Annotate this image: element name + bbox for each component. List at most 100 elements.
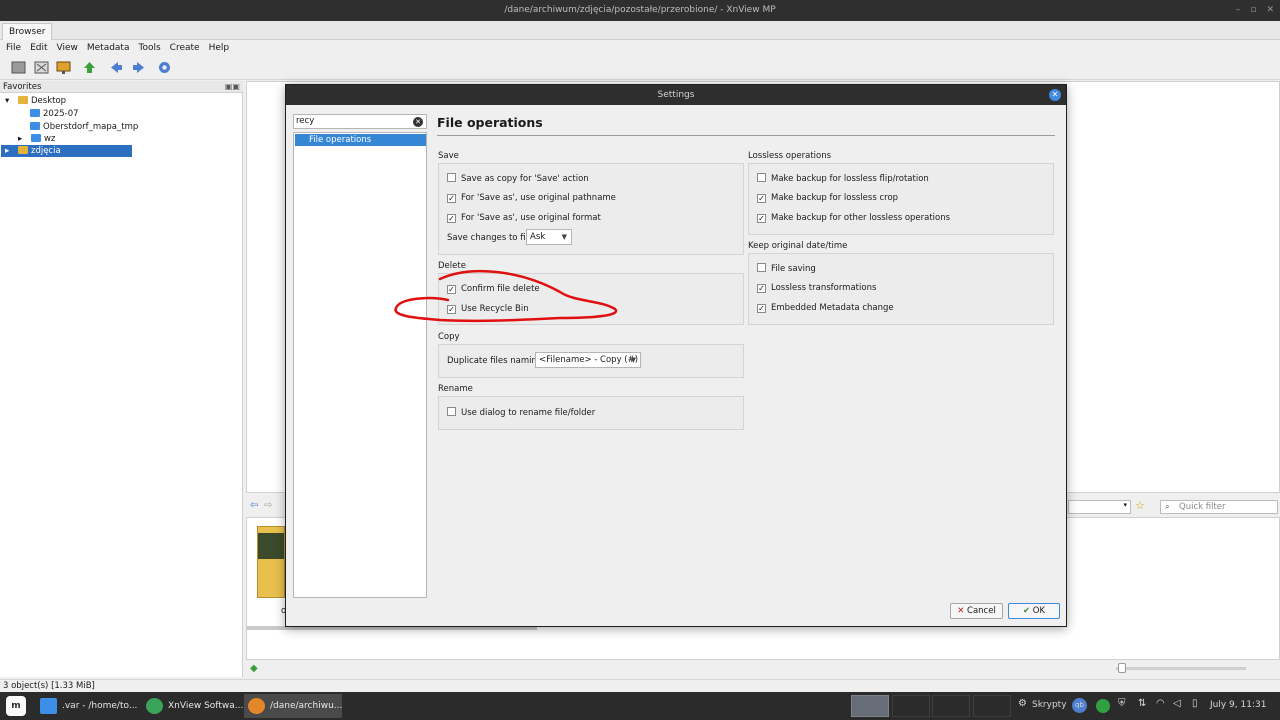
clipboard-icon[interactable]: ▯ [1192,698,1198,709]
fullscreen-icon[interactable] [33,59,50,76]
category-file-operations[interactable]: File operations [295,134,426,146]
backup-flip-rotation-option[interactable]: Make backup for lossless flip/rotation [757,173,929,185]
settings-gear-icon[interactable] [156,59,173,76]
tag-icon[interactable]: ◆ [250,663,258,674]
task-xnview[interactable]: /dane/archiwu... [244,694,342,718]
tree-item-wz[interactable]: ▸ wz [18,133,55,145]
menu-bar: File Edit View Metadata Tools Create Hel… [0,40,1280,55]
save-changes-select[interactable]: Ask ▼ [526,229,572,245]
cancel-button[interactable]: ✕ Cancel [950,603,1003,619]
zoom-slider[interactable] [1116,667,1246,670]
status-text: 3 object(s) [1.33 MiB] [3,681,95,691]
menu-metadata[interactable]: Metadata [87,43,130,53]
open-icon[interactable] [10,59,27,76]
forward-arrow-icon[interactable] [130,59,147,76]
star-icon[interactable]: ☆ [1135,499,1145,512]
forward-arrow-icon[interactable]: ⇨ [264,500,272,511]
use-original-format-option[interactable]: ✓ For 'Save as', use original format [447,212,601,224]
clear-search-icon[interactable]: ✕ [413,117,423,127]
sync-icon[interactable] [1096,699,1110,713]
keep-date-lossless-option[interactable]: ✓ Lossless transformations [757,282,876,294]
menu-help[interactable]: Help [209,43,230,53]
rename-dialog-checkbox[interactable] [447,407,456,416]
slideshow-icon[interactable] [55,59,72,76]
workspace-4[interactable] [973,695,1011,717]
tree-item-zdjecia[interactable]: ▸ zdjęcia [5,145,61,157]
thumbnail-preview [258,533,284,559]
path-combo[interactable]: ▾ [1068,500,1131,514]
keep-date-file-saving-option[interactable]: File saving [757,263,816,275]
menu-create[interactable]: Create [170,43,200,53]
backup-crop-checkbox[interactable]: ✓ [757,194,766,203]
tree-item-2025-07[interactable]: 2025-07 [30,108,79,120]
tree-item-desktop[interactable]: ▾ Desktop [5,95,66,107]
keep-date-metadata-checkbox[interactable]: ✓ [757,304,766,313]
rename-dialog-option[interactable]: Use dialog to rename file/folder [447,407,595,419]
menu-file[interactable]: File [6,43,21,53]
confirm-file-delete-checkbox[interactable]: ✓ [447,285,456,294]
volume-icon[interactable]: ◁ [1173,698,1181,709]
shield-icon[interactable]: ⛨ [1118,698,1126,709]
keep-date-file-saving-checkbox[interactable] [757,263,766,272]
task-file-manager[interactable]: .var - /home/to... [36,694,140,718]
settings-search-input[interactable]: recy ✕ [293,114,427,129]
network-icon[interactable]: ⇅ [1138,698,1146,709]
section-save-label: Save [438,151,459,161]
backup-other-option[interactable]: ✓ Make backup for other lossless operatio… [757,212,950,224]
backup-flip-rotation-checkbox[interactable] [757,173,766,182]
workspace-3[interactable] [932,695,970,717]
back-arrow-icon[interactable] [108,59,125,76]
wifi-icon[interactable]: ◠ [1156,698,1165,709]
back-arrow-icon[interactable]: ⇦ [250,500,258,511]
task-label: XnView Softwa... [168,701,244,711]
option-label: Lossless transformations [771,283,877,293]
ok-button[interactable]: ✔ OK [1008,603,1060,619]
qbittorrent-icon[interactable]: qb [1072,698,1087,713]
duplicate-naming-select[interactable]: <Filename> - Copy (#) ▼ [535,352,641,368]
menu-view[interactable]: View [57,43,78,53]
zoom-slider-handle[interactable] [1118,663,1126,673]
use-original-format-checkbox[interactable]: ✓ [447,214,456,223]
expand-toggle-icon[interactable]: ▾ [5,96,9,106]
close-window-icon[interactable]: ✕ [1266,0,1274,21]
use-recycle-bin-option[interactable]: ✓ Use Recycle Bin [447,303,529,315]
folder-icon [17,146,28,154]
close-icon[interactable]: ✕ [1049,89,1061,101]
option-label: Use Recycle Bin [461,304,529,314]
save-as-copy-checkbox[interactable] [447,173,456,182]
expand-toggle-icon[interactable]: ▸ [18,134,22,144]
clock[interactable]: July 9, 11:31 [1210,700,1266,710]
use-recycle-bin-checkbox[interactable]: ✓ [447,305,456,314]
tray-scripts-label[interactable]: Skrypty [1032,700,1067,710]
scripts-icon[interactable]: ⚙ [1018,698,1027,709]
use-original-pathname-checkbox[interactable]: ✓ [447,194,456,203]
panel-controls-icon[interactable]: ▣▣ [225,81,240,93]
tab-browser[interactable]: Browser [2,23,53,40]
xnview-icon [248,698,265,714]
tree-item-oberstdorf[interactable]: Oberstdorf_mapa_tmp [30,121,138,133]
workspace-1[interactable] [851,695,889,717]
dialog-title: Settings [657,90,695,100]
workspace-2[interactable] [892,695,930,717]
start-menu-icon[interactable]: m [6,696,26,716]
maximize-icon[interactable]: ▫ [1250,0,1256,21]
menu-edit[interactable]: Edit [30,43,47,53]
save-as-copy-option[interactable]: Save as copy for 'Save' action [447,173,589,185]
quick-filter-input[interactable]: ⌕ Quick filter [1160,500,1278,514]
status-bar: 3 object(s) [1.33 MiB] [0,679,1280,692]
menu-tools[interactable]: Tools [138,43,160,53]
keep-date-metadata-option[interactable]: ✓ Embedded Metadata change [757,302,894,314]
confirm-file-delete-option[interactable]: ✓ Confirm file delete [447,283,540,295]
use-original-pathname-option[interactable]: ✓ For 'Save as', use original pathname [447,192,616,204]
go-parent-icon[interactable] [81,59,98,76]
option-label: Make backup for other lossless operation… [771,213,951,223]
task-xnview-browser[interactable]: XnView Softwa... [142,694,244,718]
expand-toggle-icon[interactable]: ▸ [5,146,9,156]
search-value: recy [296,116,315,126]
tree-item-label: zdjęcia [30,146,61,156]
backup-crop-option[interactable]: ✓ Make backup for lossless crop [757,192,898,204]
folder-icon [30,109,40,117]
keep-date-lossless-checkbox[interactable]: ✓ [757,284,766,293]
backup-other-checkbox[interactable]: ✓ [757,214,766,223]
minimize-icon[interactable]: – [1236,0,1241,21]
